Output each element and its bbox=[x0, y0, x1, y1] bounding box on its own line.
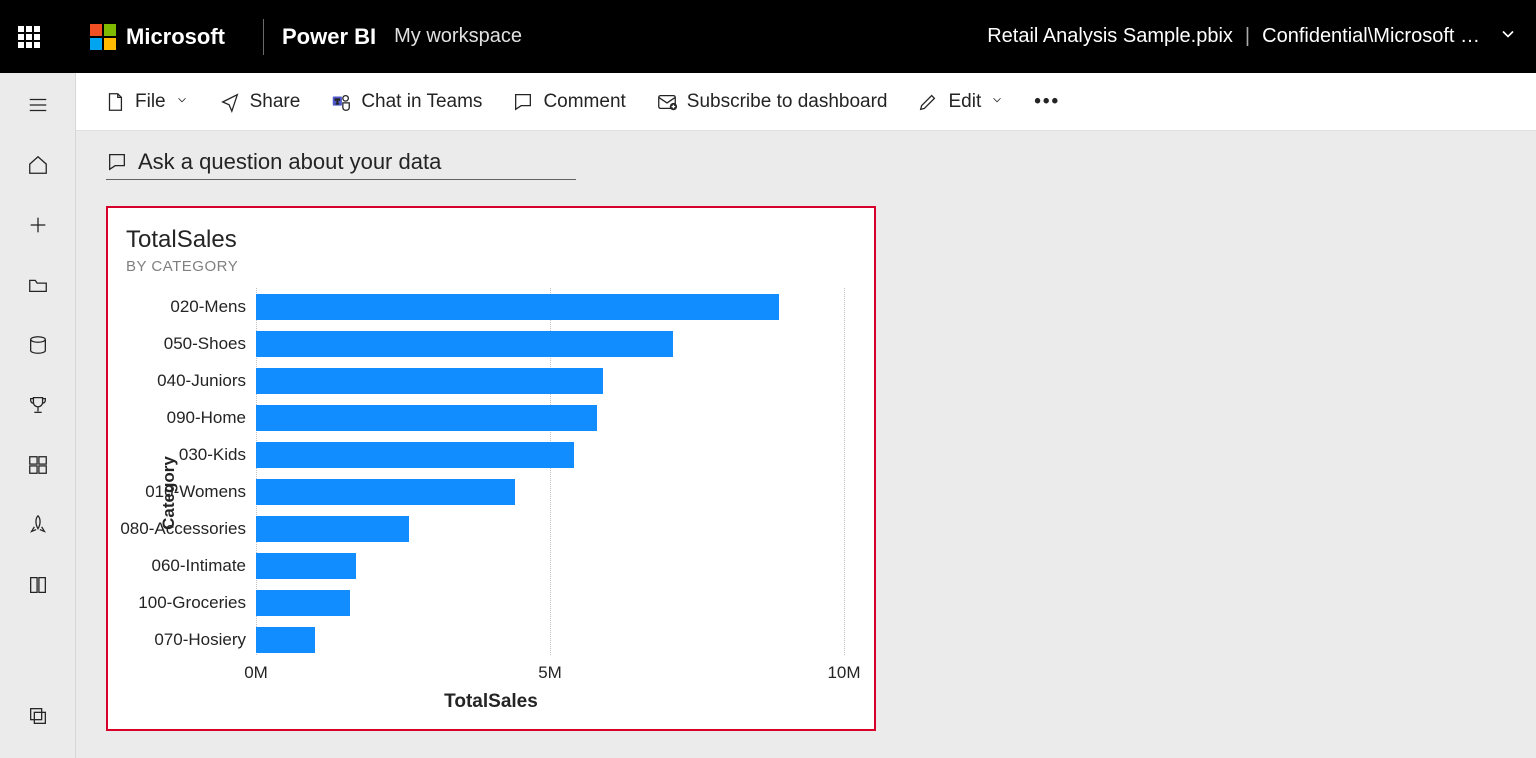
workspaces-icon[interactable] bbox=[26, 704, 50, 728]
edit-label: Edit bbox=[948, 91, 981, 113]
gridline bbox=[844, 288, 845, 655]
qa-input[interactable]: Ask a question about your data bbox=[106, 149, 576, 180]
category-label: 060-Intimate bbox=[96, 556, 246, 576]
comment-button[interactable]: Comment bbox=[512, 91, 625, 113]
hamburger-icon[interactable] bbox=[26, 93, 50, 117]
microsoft-logo-icon bbox=[90, 24, 116, 50]
tile-title: TotalSales bbox=[126, 226, 856, 254]
chat-teams-button[interactable]: T Chat in Teams bbox=[330, 91, 482, 113]
category-label: 030-Kids bbox=[96, 445, 246, 465]
x-tick: 5M bbox=[538, 663, 562, 683]
bar[interactable] bbox=[256, 553, 356, 579]
app-launcher-icon[interactable] bbox=[18, 26, 40, 48]
category-label: 100-Groceries bbox=[96, 593, 246, 613]
category-label: 020-Mens bbox=[96, 297, 246, 317]
product-label[interactable]: Power BI bbox=[282, 24, 376, 50]
bar[interactable] bbox=[256, 294, 779, 320]
deploy-icon[interactable] bbox=[26, 513, 50, 537]
chevron-down-icon bbox=[175, 91, 189, 113]
category-label: 070-Hosiery bbox=[96, 630, 246, 650]
bar[interactable] bbox=[256, 516, 409, 542]
learn-icon[interactable] bbox=[26, 573, 50, 597]
sensitivity-label[interactable]: Confidential\Microsoft … bbox=[1262, 25, 1480, 48]
separator: | bbox=[1245, 25, 1250, 48]
category-label: 040-Juniors bbox=[96, 371, 246, 391]
workspace-breadcrumb[interactable]: My workspace bbox=[394, 25, 522, 48]
file-label: File bbox=[135, 91, 166, 113]
left-nav-rail bbox=[0, 73, 76, 758]
ellipsis-icon: ••• bbox=[1034, 91, 1060, 113]
share-button[interactable]: Share bbox=[219, 91, 301, 113]
trophy-icon[interactable] bbox=[26, 393, 50, 417]
file-name-label[interactable]: Retail Analysis Sample.pbix bbox=[987, 25, 1233, 48]
subscribe-button[interactable]: Subscribe to dashboard bbox=[656, 91, 888, 113]
more-options-button[interactable]: ••• bbox=[1034, 91, 1060, 113]
command-bar: File Share T Chat in Teams Comment Subsc… bbox=[76, 73, 1536, 131]
tile-subtitle: BY CATEGORY bbox=[126, 258, 856, 275]
bar[interactable] bbox=[256, 590, 350, 616]
x-tick: 10M bbox=[827, 663, 860, 683]
plus-icon[interactable] bbox=[26, 213, 50, 237]
home-icon[interactable] bbox=[26, 153, 50, 177]
comment-label: Comment bbox=[543, 91, 625, 113]
data-icon[interactable] bbox=[26, 333, 50, 357]
category-label: 010-Womens bbox=[96, 482, 246, 502]
subscribe-label: Subscribe to dashboard bbox=[687, 91, 888, 113]
bar[interactable] bbox=[256, 627, 315, 653]
svg-text:T: T bbox=[335, 96, 340, 105]
chevron-down-icon bbox=[990, 91, 1004, 113]
brand-label: Microsoft bbox=[126, 24, 225, 50]
bar[interactable] bbox=[256, 331, 673, 357]
share-label: Share bbox=[250, 91, 301, 113]
dashboard-canvas: Ask a question about your data TotalSale… bbox=[76, 131, 1536, 758]
file-menu[interactable]: File bbox=[104, 91, 189, 113]
bar[interactable] bbox=[256, 368, 603, 394]
bar[interactable] bbox=[256, 442, 574, 468]
edit-button[interactable]: Edit bbox=[917, 91, 1004, 113]
divider bbox=[263, 19, 264, 55]
horizontal-bar-chart: Category 020-Mens050-Shoes040-Juniors090… bbox=[126, 288, 856, 715]
bar[interactable] bbox=[256, 405, 597, 431]
chat-teams-label: Chat in Teams bbox=[361, 91, 482, 113]
x-tick: 0M bbox=[244, 663, 268, 683]
category-label: 050-Shoes bbox=[96, 334, 246, 354]
category-label: 090-Home bbox=[96, 408, 246, 428]
global-header: Microsoft Power BI My workspace Retail A… bbox=[0, 0, 1536, 73]
category-label: 080-Accessories bbox=[96, 519, 246, 539]
chart-tile[interactable]: TotalSales BY CATEGORY Category 020-Mens… bbox=[106, 206, 876, 731]
folder-icon[interactable] bbox=[26, 273, 50, 297]
x-axis-label: TotalSales bbox=[444, 691, 538, 713]
chevron-down-icon[interactable] bbox=[1498, 24, 1518, 50]
bar[interactable] bbox=[256, 479, 515, 505]
qa-placeholder: Ask a question about your data bbox=[138, 149, 441, 175]
apps-icon[interactable] bbox=[26, 453, 50, 477]
